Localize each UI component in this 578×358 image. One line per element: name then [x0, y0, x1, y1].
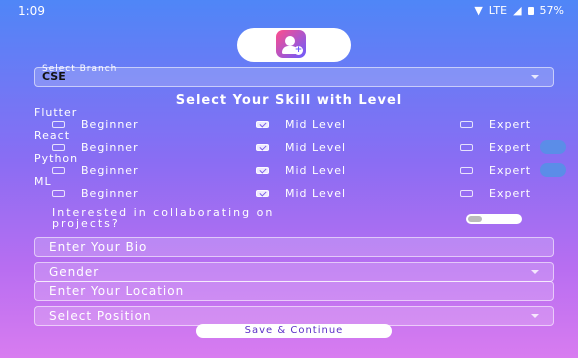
chevron-down-icon — [531, 270, 539, 274]
checkbox[interactable] — [52, 167, 65, 174]
checkbox[interactable] — [52, 190, 65, 197]
branch-value: CSE — [42, 70, 66, 83]
position-select[interactable]: Select Position — [34, 306, 554, 326]
chevron-down-icon — [531, 75, 539, 79]
option-label: Beginner — [81, 187, 139, 200]
option-label: Beginner — [81, 141, 139, 154]
react-mid-option[interactable]: Mid Level — [256, 141, 346, 154]
gender-select[interactable]: Gender — [34, 262, 554, 282]
flutter-mid-option[interactable]: Mid Level — [256, 118, 346, 131]
collaboration-toggle[interactable] — [466, 214, 522, 224]
checkbox[interactable] — [460, 121, 473, 128]
checkbox-checked[interactable] — [256, 144, 269, 151]
option-label: Mid Level — [285, 164, 347, 177]
floating-add-button[interactable] — [540, 140, 566, 154]
option-label: Mid Level — [285, 187, 347, 200]
save-continue-button[interactable]: Save & Continue — [196, 324, 392, 338]
wifi-icon: ▼ — [474, 4, 483, 17]
status-icons: ▼ LTE ◢ 57% — [474, 4, 564, 17]
bio-placeholder: Enter Your Bio — [49, 240, 148, 254]
location-placeholder: Enter Your Location — [49, 284, 185, 298]
person-head-icon — [285, 36, 295, 46]
python-mid-option[interactable]: Mid Level — [256, 164, 346, 177]
chevron-down-icon — [531, 314, 539, 318]
branch-select[interactable] — [34, 67, 554, 87]
checkbox-checked[interactable] — [256, 121, 269, 128]
add-icon: + — [294, 45, 303, 55]
gender-placeholder: Gender — [49, 265, 100, 279]
checkbox[interactable] — [460, 190, 473, 197]
option-label: Mid Level — [285, 141, 347, 154]
checkbox[interactable] — [52, 144, 65, 151]
ml-beginner-option[interactable]: Beginner — [52, 187, 139, 200]
signal-icon: ◢ — [513, 4, 522, 17]
battery-text: 57% — [539, 4, 564, 17]
battery-icon — [527, 6, 534, 15]
checkbox[interactable] — [52, 121, 65, 128]
skills-heading: Select Your Skill with Level — [175, 93, 403, 108]
status-time: 1:09 — [18, 4, 45, 18]
collaboration-label: Interested in collaborating on projects? — [52, 207, 274, 229]
ml-expert-option[interactable]: Expert — [460, 187, 531, 200]
floating-add-button[interactable] — [540, 163, 566, 177]
toggle-knob — [468, 216, 482, 222]
option-label: Beginner — [81, 164, 139, 177]
ml-mid-option[interactable]: Mid Level — [256, 187, 346, 200]
screen: 1:09 ▼ LTE ◢ 57% + Select Branch CSE Sel… — [0, 0, 578, 358]
python-beginner-option[interactable]: Beginner — [52, 164, 139, 177]
checkbox-checked[interactable] — [256, 167, 269, 174]
option-label: Expert — [489, 164, 532, 177]
position-placeholder: Select Position — [49, 309, 152, 323]
checkbox[interactable] — [460, 167, 473, 174]
option-label: Expert — [489, 187, 532, 200]
flutter-expert-option[interactable]: Expert — [460, 118, 531, 131]
react-expert-option[interactable]: Expert — [460, 141, 531, 154]
python-expert-option[interactable]: Expert — [460, 164, 531, 177]
collaboration-line2: projects? — [52, 217, 120, 230]
option-label: Mid Level — [285, 118, 347, 131]
option-label: Beginner — [81, 118, 139, 131]
checkbox[interactable] — [460, 144, 473, 151]
status-bar: 1:09 ▼ LTE ◢ 57% — [0, 0, 578, 22]
option-label: Expert — [489, 141, 532, 154]
checkbox-checked[interactable] — [256, 190, 269, 197]
app-logo-icon: + — [276, 30, 306, 58]
bio-input[interactable]: Enter Your Bio — [34, 237, 554, 257]
option-label: Expert — [489, 118, 532, 131]
location-input[interactable]: Enter Your Location — [34, 281, 554, 301]
skill-label-ml: ML — [34, 175, 52, 188]
network-label: LTE — [488, 4, 508, 17]
